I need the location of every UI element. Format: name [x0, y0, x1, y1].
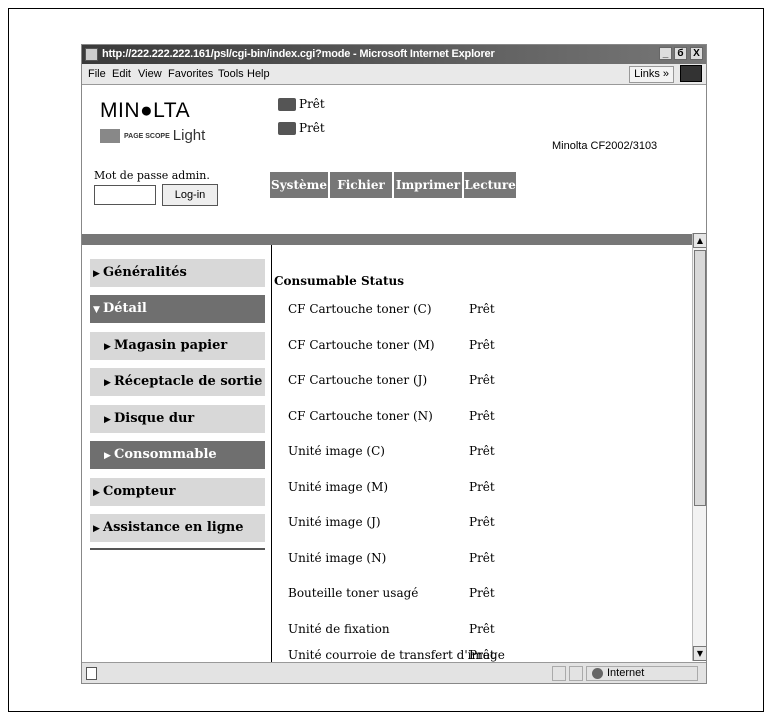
pagescope-icon: [100, 129, 120, 144]
consumable-status: Prêt: [469, 480, 495, 494]
nav-arrow-icon: ▶: [104, 415, 111, 425]
nav-detail[interactable]: ▼ Détail: [90, 295, 265, 323]
consumable-name: Unité image (J): [288, 515, 381, 529]
scroll-up-icon[interactable]: ▲: [693, 233, 706, 248]
menu-view[interactable]: View: [138, 64, 162, 84]
status-segment: [552, 666, 566, 681]
nav-arrow-icon: ▼: [93, 305, 100, 315]
window-title: http://222.222.222.161/psl/cgi-bin/index…: [102, 48, 495, 60]
pagescope-logo: PAGE SCOPE Light: [100, 127, 205, 144]
nav-arrow-icon: ▶: [93, 488, 100, 498]
scroll-down-icon[interactable]: ▼: [693, 646, 706, 661]
consumable-name: CF Cartouche toner (N): [288, 409, 433, 423]
nav-receptacle-de-sortie[interactable]: ▶ Réceptacle de sortie: [90, 368, 265, 396]
consumable-name: Unité image (M): [288, 480, 389, 494]
nav-label: Assistance en ligne: [103, 520, 244, 535]
nav-assistance-en-ligne[interactable]: ▶ Assistance en ligne: [90, 514, 265, 542]
nav-bottom-rule: [90, 548, 265, 550]
printer-status-text: Prêt: [299, 97, 325, 111]
consumable-status: Prêt: [469, 338, 495, 352]
nav-arrow-icon: ▶: [104, 378, 111, 388]
consumable-status: Prêt: [469, 551, 495, 565]
menu-favorites[interactable]: Favorites: [168, 64, 213, 84]
page-icon: [86, 667, 97, 680]
consumable-name: CF Cartouche toner (J): [288, 373, 428, 387]
consumable-name: CF Cartouche toner (C): [288, 302, 432, 316]
pagescope-tag: PAGE SCOPE: [124, 132, 170, 140]
consumable-status: Prêt: [469, 409, 495, 423]
windows-logo-icon: [680, 65, 702, 82]
nav-label: Disque dur: [114, 411, 195, 426]
menu-tools[interactable]: Tools: [218, 64, 244, 84]
printer-status: Prêt: [278, 97, 325, 111]
pagescope-light-text: Light: [172, 127, 206, 144]
globe-icon: [592, 667, 603, 679]
title-bar: http://222.222.222.161/psl/cgi-bin/index…: [82, 45, 706, 64]
tab-lecture[interactable]: Lecture: [464, 172, 516, 198]
menu-bar: File Edit View Favorites Tools Help Link…: [82, 64, 706, 85]
menu-edit[interactable]: Edit: [112, 64, 131, 84]
nav-consommable[interactable]: ▶ Consommable: [90, 441, 265, 469]
page-content: MIN●LTA PAGE SCOPE Light Prêt Prêt Minolt…: [82, 85, 692, 662]
restore-button[interactable]: б: [674, 47, 687, 60]
nav-arrow-icon: ▶: [104, 451, 111, 461]
consumable-name: CF Cartouche toner (M): [288, 338, 435, 352]
nav-arrow-icon: ▶: [93, 269, 100, 279]
menu-help[interactable]: Help: [247, 64, 270, 84]
nav-arrow-icon: ▶: [104, 342, 111, 352]
nav-compteur[interactable]: ▶ Compteur: [90, 478, 265, 506]
nav-label: Compteur: [103, 484, 176, 499]
consumable-status: Prêt: [469, 444, 495, 458]
browser-window: http://222.222.222.161/psl/cgi-bin/index…: [81, 44, 707, 684]
nav-label: Détail: [103, 301, 147, 316]
consumable-name: Unité de fixation: [288, 622, 390, 636]
minimize-button[interactable]: _: [659, 47, 672, 60]
nav-label: Consommable: [114, 447, 217, 462]
consumable-name: Bouteille toner usagé: [288, 586, 419, 600]
password-input[interactable]: [94, 185, 156, 205]
scanner-status: Prêt: [278, 121, 325, 135]
tab-systeme[interactable]: Système: [270, 172, 328, 198]
nav-label: Réceptacle de sortie: [114, 374, 263, 389]
internet-zone: Internet: [592, 666, 644, 681]
password-label: Mot de passe admin.: [94, 169, 210, 182]
login-button[interactable]: Log-in: [162, 184, 218, 206]
ie-icon: [85, 48, 98, 61]
tab-fichier[interactable]: Fichier: [330, 172, 392, 198]
status-bar: Internet: [82, 662, 706, 683]
nav-divider: [271, 245, 272, 662]
nav-label: Généralités: [103, 265, 187, 280]
consumable-name: Unité image (N): [288, 551, 387, 565]
scanner-status-text: Prêt: [299, 121, 325, 135]
nav-magasin-papier[interactable]: ▶ Magasin papier: [90, 332, 265, 360]
consumable-status: Prêt: [469, 586, 495, 600]
divider-bar: [82, 234, 692, 245]
zone-label: Internet: [607, 667, 645, 679]
nav-label: Magasin papier: [114, 338, 228, 353]
nav-arrow-icon: ▶: [93, 524, 100, 534]
printer-icon: [278, 98, 296, 111]
close-button[interactable]: X: [690, 47, 703, 60]
minolta-logo: MIN●LTA: [100, 99, 191, 122]
model-name: Minolta CF2002/3103: [552, 140, 658, 152]
nav-disque-dur[interactable]: ▶ Disque dur: [90, 405, 265, 433]
scanner-icon: [278, 122, 296, 135]
nav-generalites[interactable]: ▶ Généralités: [90, 259, 265, 287]
consumable-status: Prêt: [469, 302, 495, 316]
consumable-status: Prêt: [469, 622, 495, 636]
section-title: Consumable Status: [274, 274, 405, 288]
links-button[interactable]: Links »: [629, 66, 674, 83]
consumable-status: Prêt: [469, 515, 495, 529]
tab-imprimer[interactable]: Imprimer: [394, 172, 462, 198]
consumable-status: Prêt: [469, 648, 495, 662]
menu-file[interactable]: File: [88, 64, 106, 84]
status-segment: [569, 666, 583, 681]
scroll-thumb[interactable]: [694, 250, 706, 506]
consumable-name: Unité image (C): [288, 444, 385, 458]
vertical-scrollbar[interactable]: ▲ ▼: [692, 233, 706, 661]
consumable-status: Prêt: [469, 373, 495, 387]
